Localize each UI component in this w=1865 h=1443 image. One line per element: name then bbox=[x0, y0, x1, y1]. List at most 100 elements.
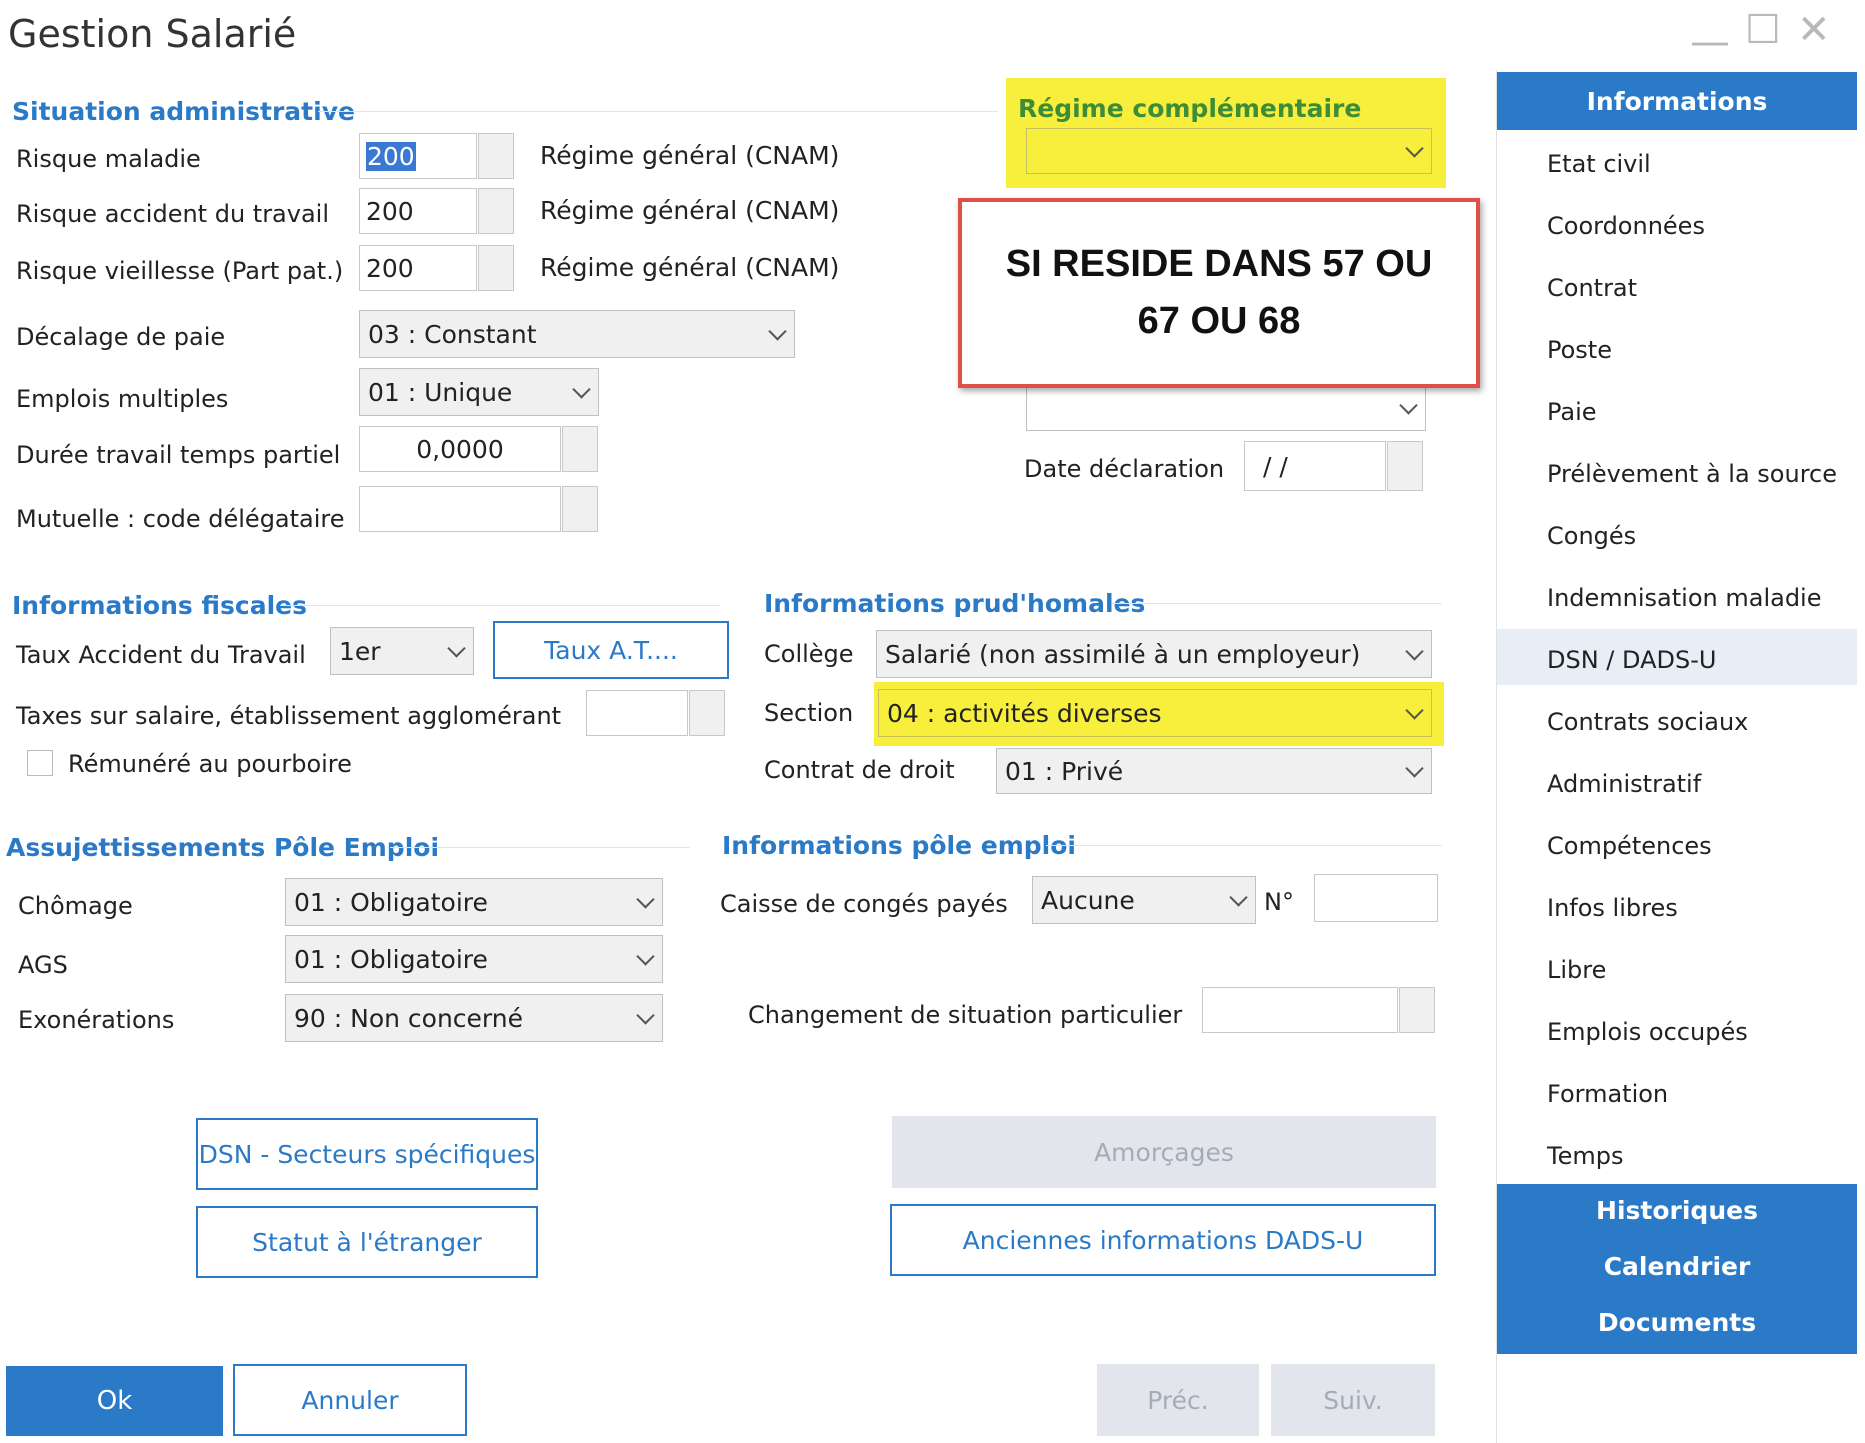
contrat-droit-select[interactable]: 01 : Privé bbox=[996, 748, 1432, 794]
risque-accident-lookup-button[interactable] bbox=[478, 188, 514, 234]
sidebar-item-libre[interactable]: Libre bbox=[1547, 956, 1606, 984]
sidebar-item-paie[interactable]: Paie bbox=[1547, 398, 1597, 426]
sidebar-item-etat-civil[interactable]: Etat civil bbox=[1547, 150, 1651, 178]
window-title: Gestion Salarié bbox=[8, 12, 297, 56]
sidebar-historiques[interactable]: Historiques bbox=[1497, 1196, 1857, 1225]
duree-travail-label: Durée travail temps partiel bbox=[16, 441, 341, 469]
sidebar-documents[interactable]: Documents bbox=[1497, 1308, 1857, 1337]
mutuelle-label: Mutuelle : code délégataire bbox=[16, 505, 345, 533]
taux-at-button[interactable]: Taux A.T.... bbox=[493, 621, 729, 679]
sidebar-item-indemnisation[interactable]: Indemnisation maladie bbox=[1547, 584, 1822, 612]
chevron-down-icon bbox=[1405, 759, 1424, 778]
pourboire-checkbox[interactable] bbox=[27, 750, 53, 776]
ags-select[interactable]: 01 : Obligatoire bbox=[285, 935, 663, 983]
pourboire-label: Rémunéré au pourboire bbox=[68, 750, 352, 778]
ags-label: AGS bbox=[18, 951, 68, 979]
changement-situation-input[interactable] bbox=[1202, 987, 1398, 1033]
section-title-infos-pole-emploi: Informations pôle emploi bbox=[722, 831, 1076, 860]
regime-complementaire-select[interactable] bbox=[1026, 128, 1432, 174]
suiv-button[interactable]: Suiv. bbox=[1271, 1364, 1435, 1436]
minimize-icon[interactable]: — bbox=[1690, 22, 1730, 62]
emplois-multiples-select[interactable]: 01 : Unique bbox=[359, 368, 599, 416]
risque-accident-label: Risque accident du travail bbox=[16, 200, 330, 228]
hidden-select[interactable] bbox=[1026, 385, 1426, 431]
sidebar-item-administratif[interactable]: Administratif bbox=[1547, 770, 1701, 798]
chevron-down-icon bbox=[572, 380, 591, 399]
sidebar-item-poste[interactable]: Poste bbox=[1547, 336, 1612, 364]
risque-vieillesse-label: Risque vieillesse (Part pat.) bbox=[16, 257, 344, 285]
maximize-icon[interactable]: ☐ bbox=[1745, 10, 1781, 50]
amorcages-button[interactable]: Amorçages bbox=[892, 1116, 1436, 1188]
annotation-note: SI RESIDE DANS 57 OU 67 OU 68 bbox=[958, 198, 1480, 388]
sidebar-item-formation[interactable]: Formation bbox=[1547, 1080, 1668, 1108]
anciennes-dads-button[interactable]: Anciennes informations DADS-U bbox=[890, 1204, 1436, 1276]
emplois-multiples-label: Emplois multiples bbox=[16, 385, 229, 413]
numero-input[interactable] bbox=[1314, 874, 1438, 922]
taxes-salaire-lookup-button[interactable] bbox=[689, 690, 725, 736]
taux-accident-select[interactable]: 1er bbox=[330, 627, 474, 675]
risque-accident-regime: Régime général (CNAM) bbox=[540, 196, 840, 225]
chomage-label: Chômage bbox=[18, 892, 133, 920]
chevron-down-icon bbox=[636, 947, 655, 966]
date-declaration-calendar-button[interactable] bbox=[1387, 441, 1423, 491]
duree-travail-input[interactable]: 0,0000 bbox=[359, 426, 561, 472]
chevron-down-icon bbox=[1405, 139, 1424, 158]
sidebar-bottom-panel: Historiques Calendrier Documents bbox=[1497, 1184, 1857, 1354]
sidebar-item-dsn-dads[interactable]: DSN / DADS-U bbox=[1547, 646, 1716, 674]
mutuelle-lookup-button[interactable] bbox=[562, 486, 598, 532]
risque-vieillesse-lookup-button[interactable] bbox=[478, 245, 514, 291]
sidebar-item-conges[interactable]: Congés bbox=[1547, 522, 1636, 550]
contrat-droit-label: Contrat de droit bbox=[764, 756, 955, 784]
risque-maladie-lookup-button[interactable] bbox=[478, 133, 514, 179]
date-declaration-input[interactable]: / / bbox=[1244, 441, 1386, 491]
section-select[interactable]: 04 : activités diverses bbox=[878, 689, 1432, 737]
chevron-down-icon bbox=[636, 1006, 655, 1025]
section-title-regime-complementaire: Régime complémentaire bbox=[1018, 94, 1362, 123]
chevron-down-icon bbox=[1405, 701, 1424, 720]
section-divider bbox=[318, 111, 998, 112]
risque-maladie-input[interactable]: 200 bbox=[359, 133, 477, 179]
numero-label: N° bbox=[1264, 888, 1294, 916]
chevron-down-icon bbox=[768, 322, 787, 341]
sidebar-calendrier[interactable]: Calendrier bbox=[1497, 1252, 1857, 1281]
sidebar-item-infos-libres[interactable]: Infos libres bbox=[1547, 894, 1678, 922]
contrat-droit-value: 01 : Privé bbox=[1005, 756, 1124, 786]
risque-vieillesse-regime: Régime général (CNAM) bbox=[540, 253, 840, 282]
sidebar-item-competences[interactable]: Compétences bbox=[1547, 832, 1712, 860]
risque-accident-input[interactable]: 200 bbox=[359, 188, 477, 234]
exonerations-select[interactable]: 90 : Non concerné bbox=[285, 994, 663, 1042]
section-divider bbox=[1046, 845, 1442, 846]
sidebar-item-temps[interactable]: Temps bbox=[1547, 1142, 1623, 1170]
sidebar-header-informations[interactable]: Informations bbox=[1497, 72, 1857, 130]
decalage-paie-select[interactable]: 03 : Constant bbox=[359, 310, 795, 358]
mutuelle-input[interactable] bbox=[359, 486, 561, 532]
chevron-down-icon bbox=[1405, 642, 1424, 661]
chomage-select[interactable]: 01 : Obligatoire bbox=[285, 878, 663, 926]
section-divider bbox=[390, 847, 690, 848]
duree-travail-spin-button[interactable] bbox=[562, 426, 598, 472]
dsn-secteurs-button[interactable]: DSN - Secteurs spécifiques bbox=[196, 1118, 538, 1190]
taxes-salaire-input[interactable] bbox=[586, 690, 688, 736]
close-icon[interactable]: ✕ bbox=[1797, 10, 1831, 50]
sidebar-item-coordonnees[interactable]: Coordonnées bbox=[1547, 212, 1705, 240]
sidebar-item-contrats-sociaux[interactable]: Contrats sociaux bbox=[1547, 708, 1748, 736]
sidebar-item-prelevement[interactable]: Prélèvement à la source bbox=[1547, 460, 1837, 488]
annotation-line-1: SI RESIDE DANS 57 OU bbox=[1005, 243, 1433, 285]
exonerations-label: Exonérations bbox=[18, 1006, 175, 1034]
ags-value: 01 : Obligatoire bbox=[294, 944, 488, 974]
prec-button[interactable]: Préc. bbox=[1097, 1364, 1259, 1436]
section-divider bbox=[1112, 603, 1442, 604]
statut-etranger-button[interactable]: Statut à l'étranger bbox=[196, 1206, 538, 1278]
risque-vieillesse-input[interactable]: 200 bbox=[359, 245, 477, 291]
college-label: Collège bbox=[764, 640, 854, 668]
sidebar-item-emplois-occupes[interactable]: Emplois occupés bbox=[1547, 1018, 1748, 1046]
caisse-conges-select[interactable]: Aucune bbox=[1032, 876, 1256, 924]
annuler-button[interactable]: Annuler bbox=[233, 1364, 467, 1436]
caisse-conges-label: Caisse de congés payés bbox=[720, 890, 1008, 918]
college-select[interactable]: Salarié (non assimilé à un employeur) bbox=[876, 630, 1432, 678]
sidebar-item-contrat[interactable]: Contrat bbox=[1547, 274, 1637, 302]
risque-maladie-regime: Régime général (CNAM) bbox=[540, 141, 840, 170]
risque-maladie-value: 200 bbox=[366, 141, 416, 171]
ok-button[interactable]: Ok bbox=[6, 1366, 223, 1436]
changement-situation-lookup-button[interactable] bbox=[1399, 987, 1435, 1033]
